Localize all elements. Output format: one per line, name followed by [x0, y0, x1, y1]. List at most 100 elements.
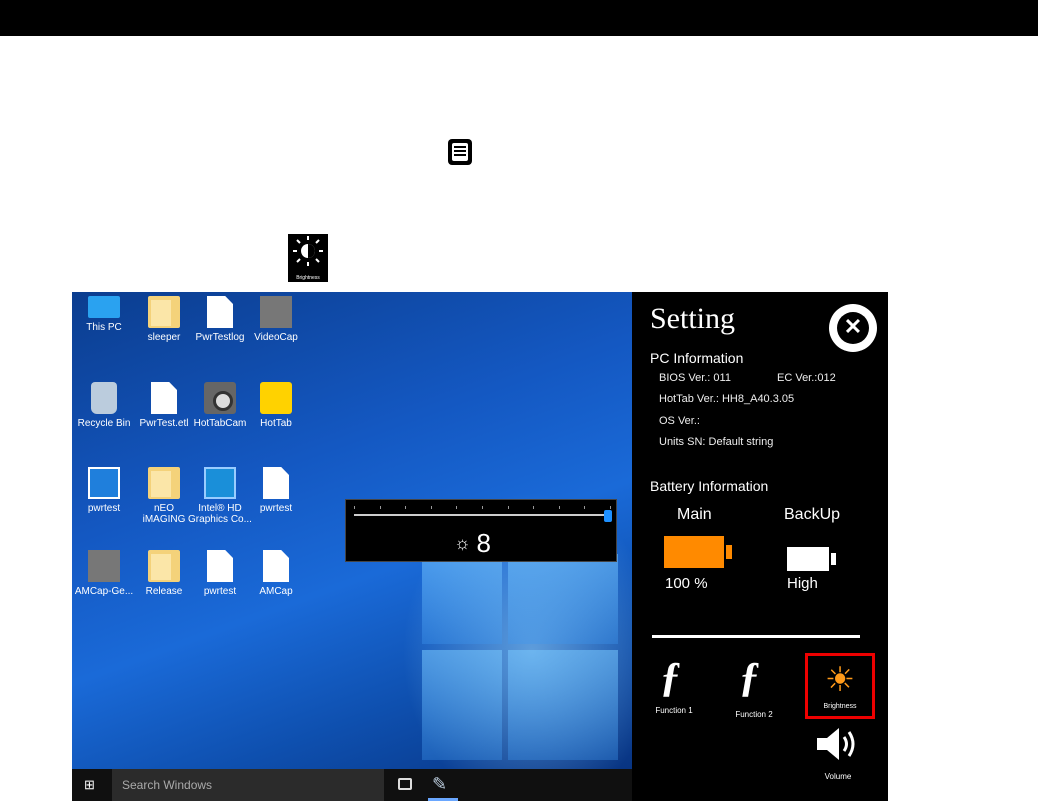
desktop-icon[interactable]: AMCap-Ge...: [72, 550, 136, 597]
desktop-icon[interactable]: This PC: [72, 296, 136, 333]
desktop-icon[interactable]: Intel® HD Graphics Co...: [188, 467, 252, 525]
sun-icon: ☀: [824, 661, 856, 699]
taskbar-search[interactable]: Search Windows: [112, 769, 384, 801]
slider-tick: [558, 506, 560, 509]
brightness-readout: ☼ 8: [454, 528, 491, 559]
brightness-value: 8: [476, 528, 491, 558]
desktop-icon[interactable]: VideoCap: [244, 296, 308, 343]
tablet-screen: This PC sleeper PwrTestlog VideoCap Recycle …: [72, 292, 888, 801]
desktop-icon[interactable]: HotTabCam: [188, 382, 252, 429]
desktop-icon[interactable]: Recycle Bin: [72, 382, 136, 429]
desktop-icon-label: PwrTestlog: [195, 332, 245, 343]
intel-icon: [204, 467, 236, 499]
desktop-icon-label: AMCap: [259, 586, 293, 597]
brightness-button[interactable]: ☀ Brightness: [805, 653, 875, 719]
bios-version: BIOS Ver.: 011: [659, 372, 731, 384]
desktop-icon[interactable]: PwrTestlog: [188, 296, 252, 343]
brightness-osd: ☼ 8: [345, 499, 617, 562]
desktop-icon[interactable]: nEO iMAGING: [132, 467, 196, 525]
desktop-icon[interactable]: sleeper: [132, 296, 196, 343]
desktop-icon-label: This PC: [86, 322, 122, 333]
file-icon: [151, 382, 177, 414]
slider-tick: [533, 506, 535, 509]
slider-tick: [482, 506, 483, 509]
desktop-icon[interactable]: pwrtest: [244, 467, 308, 514]
main-battery-value: 100 %: [665, 575, 708, 592]
brightness-slider-thumb[interactable]: [604, 510, 612, 522]
os-version: OS Ver.:: [659, 415, 700, 427]
desktop-icon[interactable]: pwrtest: [72, 467, 136, 514]
window-pane: [508, 554, 618, 644]
folder-icon: [148, 550, 180, 582]
brightness-reference-label: Brightness: [296, 275, 320, 281]
main-battery-icon: [664, 536, 724, 568]
hottab-setting-panel: Setting ✕ PC Information BIOS Ver.: 011 …: [632, 292, 888, 801]
blueapp-icon: [88, 467, 120, 499]
function-2-label: Function 2: [735, 710, 773, 719]
hottab-icon: [260, 382, 292, 414]
video-icon: [88, 550, 120, 582]
cam-icon: [204, 382, 236, 414]
top-black-bar: [0, 0, 1038, 36]
backup-battery-value: High: [787, 575, 818, 592]
bin-icon: [91, 382, 117, 414]
slider-tick: [354, 506, 355, 509]
backup-battery-label: BackUp: [784, 506, 841, 523]
window-pane: [422, 554, 502, 644]
slider-tick: [405, 506, 407, 509]
desktop-icon-label: pwrtest: [259, 503, 293, 514]
function-2-icon[interactable]: ƒ: [739, 654, 760, 702]
desktop-icon-label: VideoCap: [254, 332, 298, 343]
desktop-icon-label: Intel® HD Graphics Co...: [188, 503, 252, 525]
slider-tick: [379, 506, 381, 509]
gear-icon: [263, 550, 289, 582]
window-pane: [422, 650, 502, 760]
desktop-icon-label: sleeper: [147, 332, 181, 343]
slider-tick: [584, 506, 586, 509]
file-icon: [207, 550, 233, 582]
desktop-icon-label: Release: [145, 586, 183, 597]
backup-battery-icon: [787, 547, 829, 571]
desktop-icon[interactable]: AMCap: [244, 550, 308, 597]
function-1-icon[interactable]: ƒ: [660, 654, 681, 702]
desktop-icon[interactable]: HotTab: [244, 382, 308, 429]
file-icon: [207, 296, 233, 328]
slider-tick: [610, 506, 611, 509]
volume-icon[interactable]: [815, 726, 859, 771]
windows-start-icon[interactable]: ⊞: [84, 778, 98, 792]
window-pane: [508, 650, 618, 760]
brightness-slider-track[interactable]: [354, 514, 610, 516]
pc-info-title: PC Information: [650, 350, 744, 366]
panel-divider: [652, 635, 860, 638]
desktop-icon-label: nEO iMAGING: [142, 503, 186, 525]
task-view-icon[interactable]: [398, 778, 412, 790]
folder-icon: [148, 467, 180, 499]
desktop-icon[interactable]: Release: [132, 550, 196, 597]
desktop-icon-label: HotTab: [260, 418, 292, 429]
setting-title: Setting: [650, 302, 736, 335]
ec-version: EC Ver.:012: [777, 372, 836, 384]
desktop: This PC sleeper PwrTestlog VideoCap Recycle …: [72, 292, 632, 801]
pc-icon: [88, 296, 120, 318]
document-icon: [448, 139, 472, 165]
main-battery-label: Main: [677, 506, 712, 523]
brightness-reference-icon: Brightness: [288, 234, 328, 282]
slider-tick: [430, 506, 432, 509]
units-sn: Units SN: Default string: [659, 436, 774, 448]
close-button[interactable]: ✕: [829, 304, 877, 352]
brightness-button-label: Brightness: [823, 703, 857, 710]
slider-ticks: [354, 506, 611, 512]
volume-label: Volume: [824, 772, 852, 781]
desktop-icon-label: pwrtest: [203, 586, 237, 597]
battery-info-title: Battery Information: [650, 478, 769, 494]
main-battery-tip: [726, 545, 732, 559]
hottab-version: HotTab Ver.: HH8_A40.3.05: [659, 393, 795, 405]
desktop-icon-label: HotTabCam: [193, 418, 247, 429]
desktop-icon-label: PwrTest.etl: [139, 418, 189, 429]
folder-icon: [148, 296, 180, 328]
desktop-icon[interactable]: PwrTest.etl: [132, 382, 196, 429]
function-1-label: Function 1: [655, 706, 693, 715]
paint-app-icon[interactable]: ✎: [432, 774, 454, 796]
close-icon: ✕: [837, 312, 869, 344]
desktop-icon[interactable]: pwrtest: [188, 550, 252, 597]
